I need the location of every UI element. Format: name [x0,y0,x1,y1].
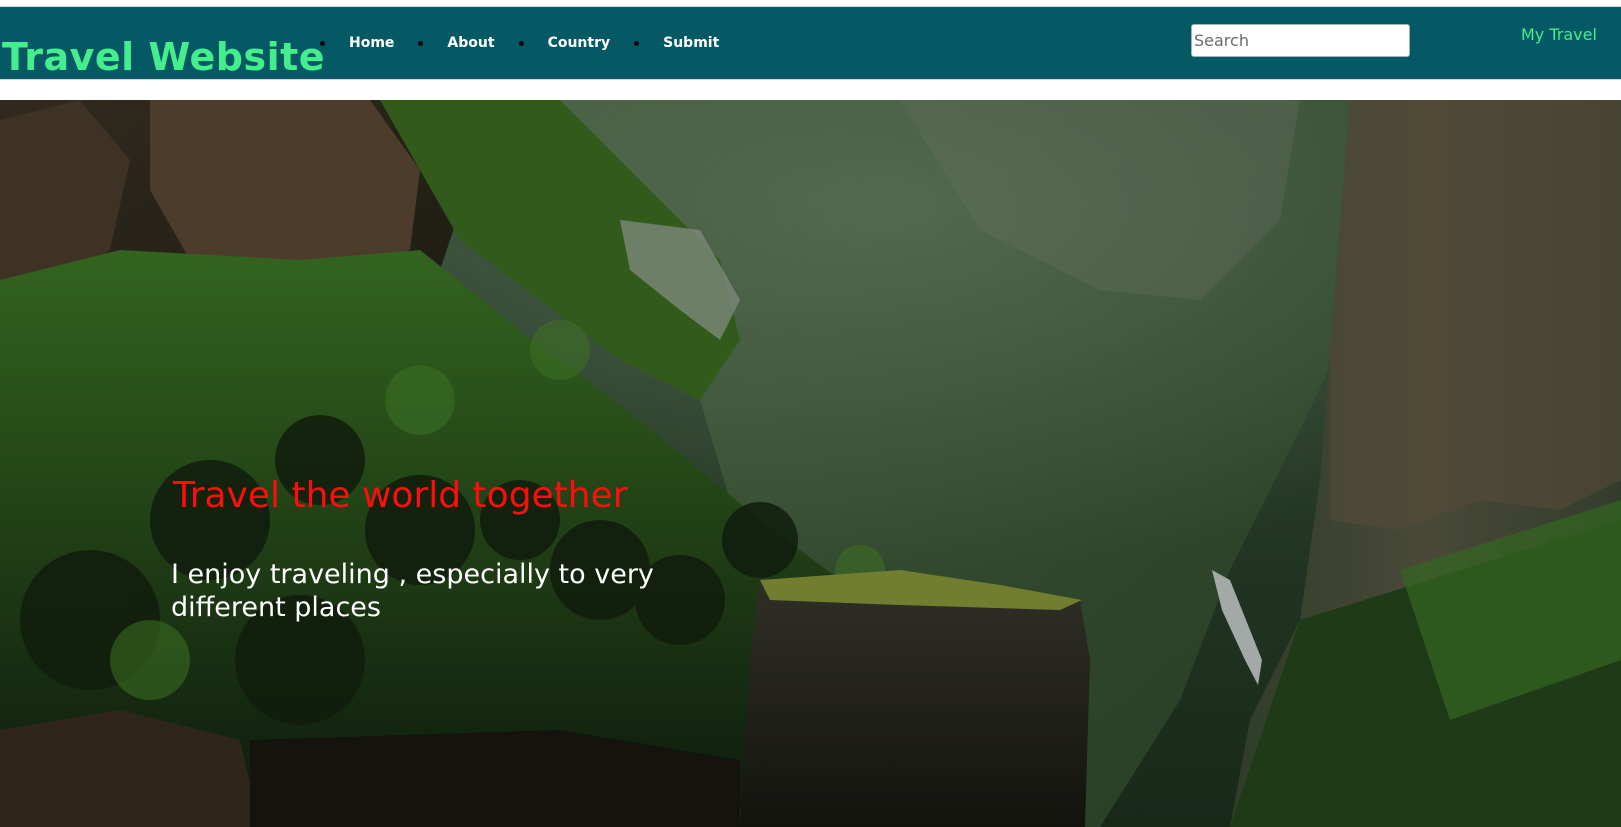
nav-item-submit[interactable]: Submit [634,35,747,51]
nav-item-home[interactable]: Home [320,35,418,51]
nav-label-submit[interactable]: Submit [663,35,719,51]
bullet-icon [320,40,325,46]
nav-item-about[interactable]: About [418,35,518,51]
hero-description: I enjoy traveling , especially to very d… [171,559,654,623]
nav-menu: Home About Country Submit [320,35,747,51]
bullet-icon [634,40,640,46]
my-travel-link[interactable]: My Travel [1521,25,1597,44]
navbar: Travel Website Home About Country Submit… [0,6,1621,80]
search-input[interactable] [1191,24,1410,57]
bullet-icon [518,40,524,46]
site-brand[interactable]: Travel Website [2,35,325,79]
hero-section: Travel the world together I enjoy travel… [0,100,1621,827]
hero-background-image [0,100,1621,827]
nav-label-home[interactable]: Home [349,35,394,51]
nav-item-country[interactable]: Country [518,35,635,51]
nav-label-about[interactable]: About [447,35,494,51]
page: Travel Website Home About Country Submit… [0,0,1621,827]
bullet-icon [418,40,424,46]
nav-label-country[interactable]: Country [548,35,611,51]
hero-title: Travel the world together [173,475,628,516]
